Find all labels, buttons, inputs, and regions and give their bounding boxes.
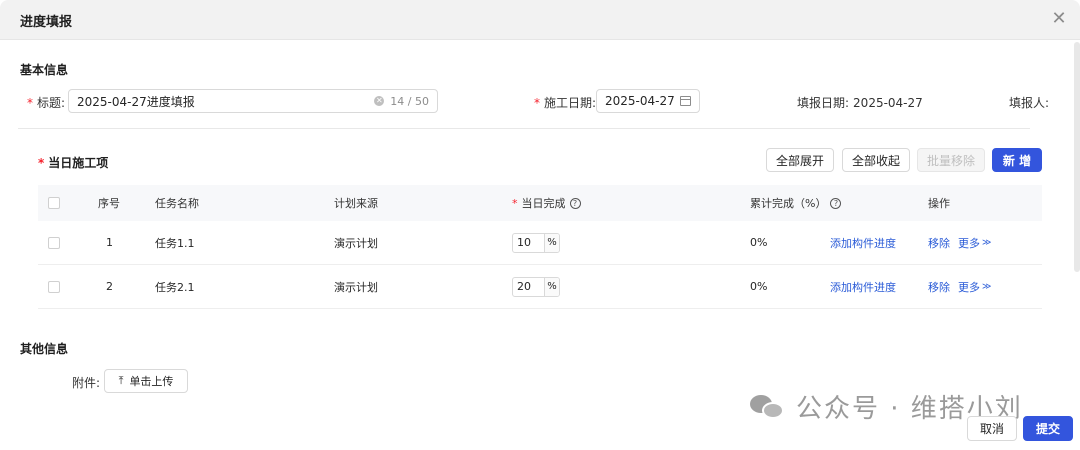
col-daily-complete: * 当日完成? [512,185,581,221]
upload-button[interactable]: ⤒ 单击上传 [104,369,188,393]
col-plan-source: 计划来源 [334,197,378,210]
select-all-checkbox[interactable] [48,197,60,209]
table-row: 2 任务2.1 演示计划 20 % 0% 添加构件进度 移除 更多 ≫ [38,265,1042,309]
row-checkbox[interactable] [48,280,60,293]
wechat-icon [750,393,786,421]
reporter-label: 填报人: [1009,96,1050,110]
row-task-name: 任务2.1 [155,280,195,294]
clear-icon[interactable]: ✕ [374,96,385,106]
col-index: 序号 [98,197,120,210]
basic-info-title: 基本信息 [20,63,69,77]
percent-unit: % [545,233,559,252]
daily-complete-value: 10 [513,233,545,252]
modal-title: 进度填报 [20,15,73,30]
row-cumulative: 0% [750,280,768,293]
construction-date-value: 2025-04-27 [605,94,675,108]
daily-items-title: * 当日施工项 [38,156,109,170]
row-checkbox-cell [48,265,60,308]
col-actions: 操作 [928,197,950,210]
close-icon[interactable]: ✕ [1048,8,1070,30]
collapse-all-button[interactable]: 全部收起 [842,148,910,172]
add-button[interactable]: 新 增 [992,148,1042,172]
row-index: 2 [106,280,113,293]
add-component-progress-link[interactable]: 添加构件进度 [830,221,896,264]
chevron-down-icon: ≫ [982,281,992,292]
percent-unit: % [545,277,559,296]
table-row: 1 任务1.1 演示计划 10 % 0% 添加构件进度 移除 更多 ≫ [38,221,1042,265]
remove-link[interactable]: 移除 [928,221,950,264]
modal-header: 进度填报 ✕ [0,0,1080,40]
submit-button[interactable]: 提交 [1023,416,1073,441]
scrollbar[interactable] [1074,42,1080,272]
add-component-progress-link[interactable]: 添加构件进度 [830,265,896,308]
row-checkbox[interactable] [48,236,60,249]
select-all-checkbox-cell [48,185,60,221]
cancel-button[interactable]: 取消 [967,416,1017,441]
table-header: 序号 任务名称 计划来源 * 当日完成? 累计完成（%）? 操作 [38,185,1042,221]
section-divider [18,128,1030,129]
row-plan-source: 演示计划 [334,236,378,250]
remove-link[interactable]: 移除 [928,265,950,308]
row-index: 1 [106,236,113,249]
calendar-icon [680,96,691,106]
col-cumulative: 累计完成（%）? [750,185,842,221]
daily-complete-input[interactable]: 10 % [512,232,560,253]
row-checkbox-cell [48,221,60,264]
construction-date-picker[interactable]: 2025-04-27 [596,89,700,113]
chevron-down-icon: ≫ [982,237,992,248]
row-plan-source: 演示计划 [334,280,378,294]
expand-all-button[interactable]: 全部展开 [766,148,834,172]
upload-icon: ⤒ [118,374,124,387]
title-input-value: 2025-04-27进度填报 [77,94,195,109]
report-date: 填报日期: 2025-04-27 [797,96,923,110]
col-task-name: 任务名称 [155,197,199,210]
daily-complete-input[interactable]: 20 % [512,276,560,297]
construction-date-label: * 施工日期: [534,96,597,110]
more-dropdown[interactable]: 更多 ≫ [958,221,991,264]
attachment-label: 附件: [72,376,101,390]
other-info-title: 其他信息 [20,342,69,356]
help-icon[interactable]: ? [830,197,842,209]
row-cumulative: 0% [750,236,768,249]
daily-complete-input-cell: 10 % [512,221,560,264]
title-counter: 14 / 50 [390,94,429,108]
title-label: * 标题: [27,96,66,110]
upload-label: 单击上传 [129,375,174,388]
help-icon[interactable]: ? [569,197,581,209]
daily-complete-value: 20 [513,277,545,296]
progress-report-modal: 进度填报 ✕ 基本信息 * 标题: 2025-04-27进度填报 ✕ 14 / 5… [0,0,1080,450]
batch-remove-button[interactable]: 批量移除 [917,148,985,172]
more-dropdown[interactable]: 更多 ≫ [958,265,991,308]
daily-complete-input-cell: 20 % [512,265,560,308]
row-task-name: 任务1.1 [155,236,195,250]
title-input[interactable]: 2025-04-27进度填报 ✕ 14 / 50 [68,89,438,113]
